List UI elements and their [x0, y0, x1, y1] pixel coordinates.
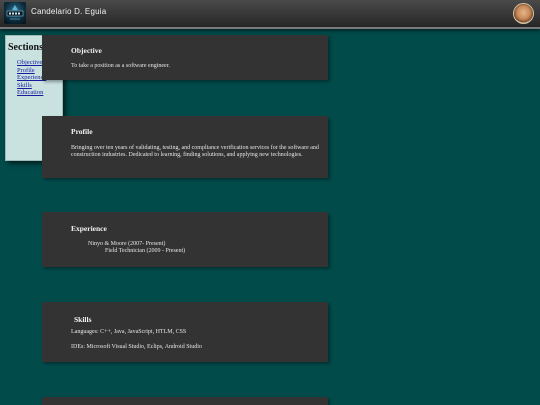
nav-link-skills[interactable]: Skills — [17, 82, 32, 89]
objective-heading: Objective — [71, 46, 102, 55]
skills-ides: IDEs: Microsoft Visual Studio, Eclips, A… — [71, 344, 202, 350]
profile-section: Profile Bringing over ten years of valid… — [42, 116, 328, 178]
skills-section: Skills Languages: C++, Java, JavaScript,… — [42, 302, 328, 362]
nav-link-objective[interactable]: Objective — [17, 59, 42, 66]
list-item: Skills — [17, 82, 62, 90]
profile-heading: Profile — [71, 127, 93, 136]
skills-heading: Skills — [74, 315, 92, 324]
objective-text: To take a position as a software enginee… — [71, 63, 170, 69]
top-bar: Candelario D. Eguia — [0, 0, 540, 29]
education-section — [42, 397, 328, 405]
profile-text: Bringing over ten years of validating, t… — [71, 145, 319, 158]
nav-link-profile[interactable]: Profile — [17, 67, 35, 74]
nav-link-education[interactable]: Education — [17, 89, 43, 96]
skills-languages: Languages: C++, Java, JavaScript, HTLM, … — [71, 329, 187, 335]
experience-company: Ninyo & Moore (2007- Present) — [88, 241, 166, 247]
list-item: Education — [17, 89, 62, 97]
profile-avatar[interactable] — [514, 4, 533, 23]
objective-section: Objective To take a position as a softwa… — [42, 35, 328, 80]
experience-role: Field Technician (2009 - Present) — [105, 248, 186, 254]
logo-emblem-icon[interactable] — [4, 2, 26, 24]
experience-heading: Experience — [71, 224, 107, 233]
owner-name: Candelario D. Eguia — [31, 7, 107, 16]
experience-section: Experience Ninyo & Moore (2007- Present)… — [42, 212, 328, 267]
